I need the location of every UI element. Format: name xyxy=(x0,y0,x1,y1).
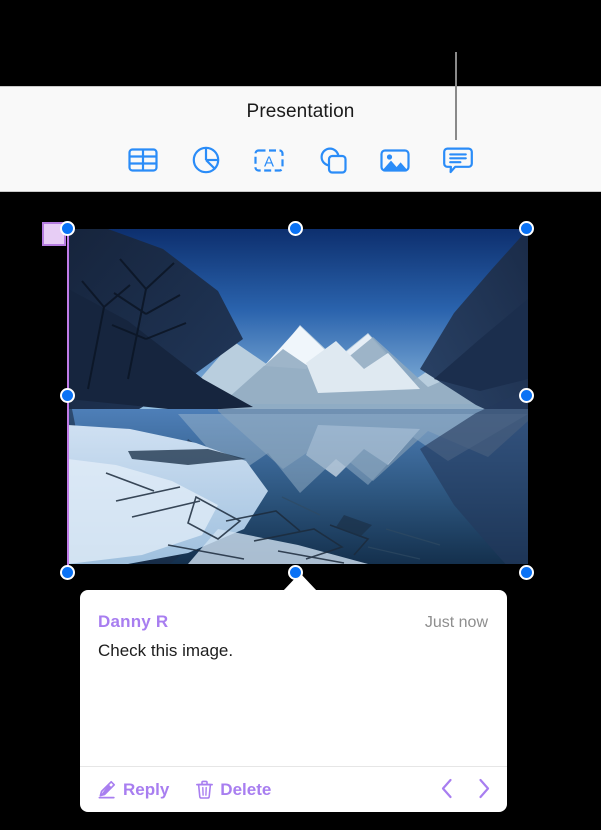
chevron-left-icon xyxy=(440,778,454,802)
comment-icon xyxy=(443,146,473,174)
comment-popup: Danny R Just now Check this image. Reply xyxy=(80,573,507,812)
resize-handle-middle-right[interactable] xyxy=(519,388,534,403)
top-toolbar: Presentation A xyxy=(0,86,601,192)
toolbar-icon-group: A xyxy=(0,141,601,179)
insert-comment-button[interactable] xyxy=(439,141,477,179)
reply-label: Reply xyxy=(123,779,170,799)
text-box-icon: A xyxy=(254,148,284,173)
table-icon xyxy=(128,147,158,173)
insert-text-button[interactable]: A xyxy=(250,141,288,179)
comment-timestamp: Just now xyxy=(424,614,488,631)
resize-handle-bottom-left[interactable] xyxy=(60,565,75,580)
insert-chart-button[interactable] xyxy=(187,141,225,179)
resize-handle-bottom-center[interactable] xyxy=(288,565,303,580)
chevron-right-icon xyxy=(477,778,491,802)
trash-icon xyxy=(196,780,214,799)
insert-shape-button[interactable] xyxy=(313,141,351,179)
shapes-icon xyxy=(318,146,347,175)
svg-text:A: A xyxy=(264,153,274,170)
delete-label: Delete xyxy=(220,779,272,799)
comment-header: Danny R Just now xyxy=(80,612,507,632)
photo-mountain-lake xyxy=(68,229,528,564)
comment-author: Danny R xyxy=(98,612,169,631)
selected-image[interactable] xyxy=(68,229,528,564)
slide-canvas: Danny R Just now Check this image. Reply xyxy=(0,192,601,830)
comment-text: Check this image. xyxy=(98,641,234,660)
resize-handle-top-left[interactable] xyxy=(60,221,75,236)
comment-navigation xyxy=(440,778,491,802)
callout-line xyxy=(455,52,457,140)
media-icon xyxy=(380,148,410,173)
insert-media-button[interactable] xyxy=(376,141,414,179)
insert-table-button[interactable] xyxy=(124,141,162,179)
next-comment-button[interactable] xyxy=(477,778,491,802)
delete-button[interactable]: Delete xyxy=(196,780,271,800)
resize-handle-top-center[interactable] xyxy=(288,221,303,236)
page-title: Presentation xyxy=(246,101,355,122)
pencil-icon xyxy=(97,780,116,799)
comment-action-bar: Reply Delete xyxy=(80,767,507,812)
reply-button[interactable]: Reply xyxy=(97,780,169,800)
resize-handle-bottom-right[interactable] xyxy=(519,565,534,580)
previous-comment-button[interactable] xyxy=(440,778,454,802)
chart-icon xyxy=(192,146,220,174)
resize-handle-top-right[interactable] xyxy=(519,221,534,236)
resize-handle-middle-left[interactable] xyxy=(60,388,75,403)
